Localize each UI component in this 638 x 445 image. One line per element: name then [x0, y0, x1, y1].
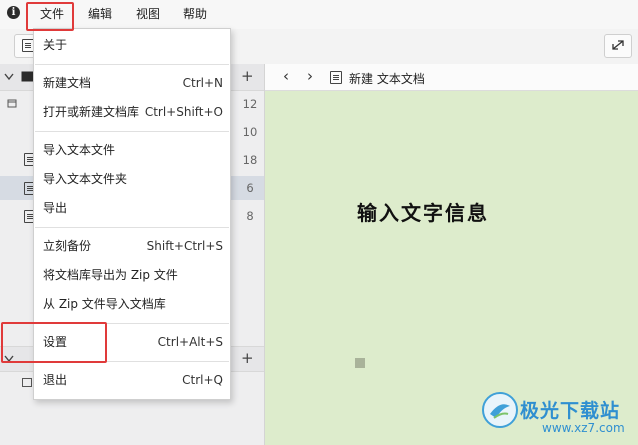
- menu-edit[interactable]: 编辑: [88, 5, 112, 23]
- editor-content[interactable]: 输入文字信息: [357, 197, 489, 226]
- menu-item-export[interactable]: 导出: [43, 197, 223, 219]
- doc-count: 10: [242, 125, 258, 139]
- menu-item-export-zip[interactable]: 将文档库导出为 Zip 文件: [43, 264, 223, 286]
- watermark-url: www.xz7.com: [542, 421, 625, 435]
- menu-view[interactable]: 视图: [136, 5, 160, 23]
- menu-item-label: 从 Zip 文件导入文档库: [43, 297, 166, 311]
- menu-divider: [35, 131, 229, 132]
- resize-handle[interactable]: [355, 358, 365, 368]
- menu-item-about[interactable]: 关于: [43, 34, 223, 56]
- doc-count: 18: [242, 153, 258, 167]
- document-nav-bar: ‹ › 新建 文本文档: [265, 64, 638, 91]
- menu-divider: [35, 64, 229, 65]
- file-icon: [22, 378, 32, 387]
- shortcut-label: Ctrl+Shift+O: [144, 105, 223, 119]
- fullscreen-button[interactable]: [604, 34, 632, 58]
- editor-area[interactable]: [265, 91, 638, 445]
- watermark-name: 极光下载站: [520, 400, 621, 422]
- add-button[interactable]: +: [241, 67, 254, 85]
- menu-bar: i 文件 编辑 视图 帮助: [0, 0, 638, 30]
- forward-button[interactable]: ›: [307, 67, 313, 85]
- watermark-logo-icon: [482, 392, 518, 428]
- info-icon[interactable]: i: [7, 6, 20, 19]
- menu-item-import-folder[interactable]: 导入文本文件夹: [43, 168, 223, 190]
- menu-item-import-file[interactable]: 导入文本文件: [43, 139, 223, 161]
- document-title: 新建 文本文档: [349, 72, 425, 86]
- doc-count: 8: [246, 209, 254, 223]
- shortcut-label: Shift+Ctrl+S: [146, 239, 223, 253]
- back-button[interactable]: ‹: [283, 67, 289, 85]
- shortcut-label: Ctrl+Q: [182, 373, 223, 387]
- menu-item-quit[interactable]: 退出 Ctrl+Q: [43, 369, 223, 391]
- document-icon: [330, 71, 342, 84]
- highlight-box-file: [26, 2, 74, 31]
- menu-item-label: 导入文本文件夹: [43, 172, 128, 186]
- menu-item-open-library[interactable]: 打开或新建文档库 Ctrl+Shift+O: [43, 101, 223, 123]
- chevron-down-icon[interactable]: [4, 73, 14, 81]
- menu-help[interactable]: 帮助: [183, 5, 207, 23]
- menu-item-label: 立刻备份: [43, 239, 92, 253]
- menu-item-label: 导出: [43, 201, 68, 215]
- add-button[interactable]: +: [241, 349, 254, 367]
- folder-icon: [7, 99, 17, 108]
- menu-item-backup[interactable]: 立刻备份 Shift+Ctrl+S: [43, 235, 223, 257]
- menu-item-label: 打开或新建文档库: [43, 105, 140, 119]
- highlight-box-settings: [1, 322, 107, 363]
- menu-item-import-zip[interactable]: 从 Zip 文件导入文档库: [43, 293, 223, 315]
- menu-item-label: 退出: [43, 373, 68, 387]
- menu-item-label: 关于: [43, 38, 68, 52]
- menu-item-label: 导入文本文件: [43, 143, 116, 157]
- expand-icon: [612, 40, 624, 50]
- menu-divider: [35, 227, 229, 228]
- doc-count: 6: [246, 181, 254, 195]
- menu-item-label: 新建文档: [43, 76, 92, 90]
- doc-count: 12: [242, 97, 258, 111]
- menu-item-new-doc[interactable]: 新建文档 Ctrl+N: [43, 72, 223, 94]
- shortcut-label: Ctrl+Alt+S: [157, 335, 223, 349]
- shortcut-label: Ctrl+N: [182, 76, 223, 90]
- menu-item-label: 将文档库导出为 Zip 文件: [43, 268, 178, 282]
